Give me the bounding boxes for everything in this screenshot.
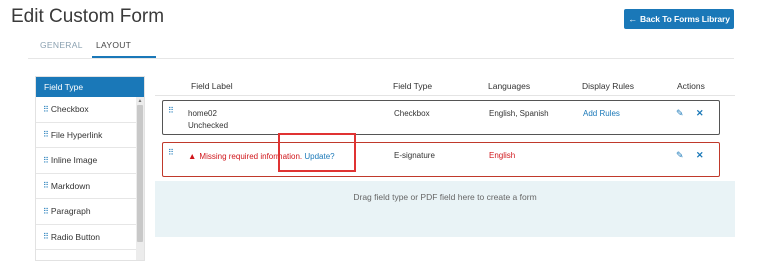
drag-handle-icon: ⠿: [43, 206, 49, 216]
field-type-label: Radio Button: [50, 231, 101, 242]
column-header-field-label: Field Label: [191, 81, 233, 91]
field-type-radio-button[interactable]: ⠿ Radio Button: [36, 224, 138, 250]
add-rules-link[interactable]: Add Rules: [583, 109, 620, 118]
back-button-label: Back To Forms Library: [640, 14, 730, 24]
form-field-row[interactable]: ⠿ home02 Unchecked Checkbox English, Spa…: [162, 100, 720, 135]
close-icon[interactable]: ✕: [696, 108, 704, 119]
dropzone-text: Drag field type or PDF field here to cre…: [353, 192, 537, 202]
field-type-paragraph[interactable]: ⠿ Paragraph: [36, 199, 138, 225]
page-title: Edit Custom Form: [11, 6, 165, 27]
tabs-divider: [28, 58, 734, 59]
drag-handle-icon: ⠿: [43, 130, 49, 140]
column-header-field-type: Field Type: [393, 81, 433, 91]
drag-handle-icon: ⠿: [43, 155, 49, 165]
form-field-row-error[interactable]: ⠿ ▲ Missing required information. Update?…: [162, 142, 720, 177]
column-header-display-rules: Display Rules: [582, 81, 634, 91]
field-label: home02: [188, 109, 217, 118]
column-header-actions: Actions: [677, 81, 705, 91]
field-type-panel: Field Type ⠿ Checkbox ⠿ File Hyperlink ⠿…: [35, 76, 145, 261]
scrollbar-thumb[interactable]: [137, 105, 143, 242]
field-type-label: Paragraph: [50, 206, 91, 217]
field-type-file-hyperlink[interactable]: ⠿ File Hyperlink: [36, 122, 138, 148]
field-type: E-signature: [394, 151, 435, 160]
back-to-forms-library-button[interactable]: ← Back To Forms Library: [624, 9, 734, 29]
highlight-annotation-box: [278, 133, 356, 172]
field-type-header: Field Type: [36, 77, 144, 97]
field-languages: English: [489, 151, 516, 160]
drag-handle-icon: ⠿: [43, 104, 49, 114]
field-sublabel: Unchecked: [188, 121, 229, 130]
scroll-up-icon[interactable]: ▲: [137, 98, 143, 104]
field-type-label: Checkbox: [50, 104, 89, 115]
tab-layout[interactable]: LAYOUT: [96, 40, 131, 50]
grid-header: Field Label Field Type Languages Display…: [155, 76, 735, 96]
field-type: Checkbox: [394, 109, 430, 118]
field-languages: English, Spanish: [489, 109, 549, 118]
pencil-icon[interactable]: ✎: [676, 108, 684, 119]
pencil-icon[interactable]: ✎: [676, 150, 684, 161]
tab-general[interactable]: GENERAL: [40, 40, 83, 50]
arrow-left-icon: ←: [628, 14, 638, 24]
drag-handle-icon: ⠿: [43, 232, 49, 242]
warning-icon: ▲: [188, 151, 197, 161]
column-header-languages: Languages: [488, 81, 531, 91]
field-type-label: Markdown: [50, 180, 91, 191]
field-type-label: File Hyperlink: [50, 129, 103, 140]
drag-handle-icon[interactable]: ⠿: [168, 107, 174, 115]
drag-handle-icon: ⠿: [43, 181, 49, 191]
close-icon[interactable]: ✕: [696, 150, 704, 161]
field-type-inline-image[interactable]: ⠿ Inline Image: [36, 148, 138, 174]
field-type-label: Inline Image: [50, 155, 98, 166]
field-type-checkbox[interactable]: ⠿ Checkbox: [36, 97, 138, 123]
form-dropzone[interactable]: Drag field type or PDF field here to cre…: [155, 181, 735, 237]
drag-handle-icon[interactable]: ⠿: [168, 149, 174, 157]
field-type-markdown[interactable]: ⠿ Markdown: [36, 173, 138, 199]
